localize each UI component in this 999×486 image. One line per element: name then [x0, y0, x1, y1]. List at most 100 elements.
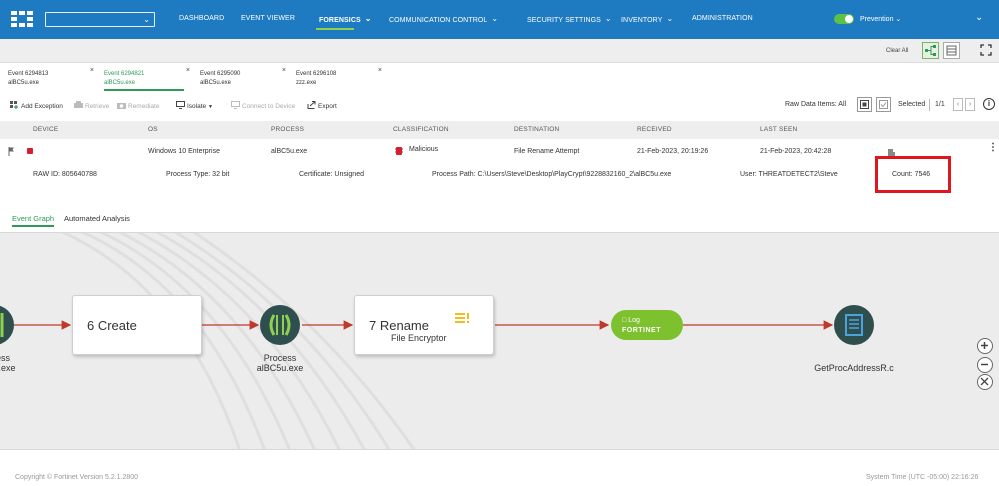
file-node-icon[interactable]	[834, 305, 874, 345]
previous-page-button[interactable]: ‹	[953, 98, 963, 111]
nav-administration[interactable]: ADMINISTRATION	[692, 15, 753, 22]
more-options-icon[interactable]: ⋮	[988, 143, 998, 153]
close-icon[interactable]: ×	[378, 66, 382, 75]
retrieve-label: Retrieve	[85, 103, 110, 110]
event-graph-canvas[interactable]: ess r.exe 6 Create Process alBC5u.exe 7 …	[0, 232, 999, 450]
rename-action-node[interactable]: 7 Rename File Encryptor	[354, 295, 494, 355]
event-tab[interactable]: Event 6294813 alBC5u.exe ×	[0, 66, 94, 92]
chevron-left-icon: ‹	[956, 101, 960, 108]
raw-data-items-label: Raw Data Items: All	[785, 101, 847, 108]
fit-to-screen-button[interactable]	[977, 374, 993, 390]
separator	[929, 99, 930, 111]
column-header-classification[interactable]: CLASSIFICATION	[393, 126, 449, 133]
export-button[interactable]: Export	[307, 101, 337, 110]
nav-communication-control[interactable]: COMMUNICATION CONTROL ⌄	[389, 14, 498, 24]
top-navigation-bar: ⌄ DASHBOARD EVENT VIEWER FORENSICS ⌄ COMM…	[0, 0, 999, 39]
row-classification: Malicious	[409, 146, 439, 153]
fortinet-logo-icon[interactable]	[11, 11, 33, 27]
table-row-details: RAW ID: 805640788 Process Type: 32 bit C…	[0, 164, 999, 186]
zoom-in-button[interactable]	[977, 338, 993, 354]
close-icon[interactable]: ×	[90, 66, 94, 75]
count-highlight-box	[875, 156, 951, 193]
log-node-icon[interactable]	[611, 310, 683, 340]
export-icon	[307, 101, 316, 109]
tab-event-graph[interactable]: Event Graph	[12, 214, 55, 227]
column-header-os[interactable]: OS	[148, 126, 158, 133]
mode-label: Prevention	[860, 16, 894, 23]
log-node-label: □ Log	[622, 317, 640, 324]
chevron-right-icon: ›	[968, 101, 972, 108]
nav-dashboard[interactable]: DASHBOARD	[179, 15, 224, 22]
table-row[interactable]: Windows 10 Enterprise alBC5u.exe Malicio…	[0, 141, 999, 163]
nav-security-settings[interactable]: SECURITY SETTINGS ⌄	[527, 14, 612, 24]
column-header-device[interactable]: DEVICE	[33, 126, 58, 133]
column-header-received[interactable]: RECEIVED	[637, 126, 672, 133]
nav-inventory-label: INVENTORY	[621, 17, 663, 24]
nav-inventory[interactable]: INVENTORY ⌄	[621, 14, 673, 24]
event-tab[interactable]: Event 6296108 zzz.exe ×	[288, 66, 382, 92]
zoom-in-icon	[981, 342, 988, 349]
active-nav-indicator	[316, 28, 354, 30]
next-page-button[interactable]: ›	[965, 98, 975, 111]
tab-automated-analysis[interactable]: Automated Analysis	[64, 214, 130, 223]
table-view-icon	[946, 45, 957, 56]
add-exception-icon	[10, 101, 18, 109]
detail-user: User: THREATDETECT2\Steve	[740, 171, 838, 178]
flag-icon[interactable]	[8, 147, 15, 156]
mode-dropdown[interactable]: Prevention ⌄	[860, 15, 901, 23]
event-tab-file: alBC5u.exe	[200, 80, 232, 86]
nav-dashboard-label: DASHBOARD	[179, 15, 225, 22]
grid-icon	[860, 100, 869, 109]
nav-forensics[interactable]: FORENSICS ⌄	[319, 14, 372, 24]
zoom-out-icon	[981, 363, 988, 366]
column-header-process[interactable]: PROCESS	[271, 126, 304, 133]
column-header-destination[interactable]: DESTINATION	[514, 126, 559, 133]
remediate-button[interactable]: Remediate	[117, 101, 159, 110]
connect-icon	[231, 101, 240, 109]
retrieve-button[interactable]: Retrieve	[74, 101, 109, 110]
process-node-label-line2: alBC5u.exe	[256, 363, 304, 373]
chevron-down-icon: ⌄	[364, 14, 372, 23]
chevron-down-icon: ⌄	[895, 16, 902, 23]
detail-certificate: Certificate: Unsigned	[299, 171, 364, 178]
event-tab[interactable]: Event 6295090 alBC5u.exe ×	[192, 66, 286, 92]
malicious-bug-icon	[395, 147, 403, 155]
column-header-last-seen[interactable]: LAST SEEN	[760, 126, 797, 133]
nav-event-viewer[interactable]: EVENT VIEWER	[241, 15, 295, 22]
event-tab-active[interactable]: Event 6294821 alBC5u.exe ×	[96, 66, 190, 92]
fullscreen-icon[interactable]	[980, 44, 992, 56]
row-os: Windows 10 Enterprise	[148, 148, 220, 155]
grid-view-button[interactable]	[857, 97, 872, 112]
event-tab-id: Event 6294821	[104, 71, 145, 77]
process-node-icon[interactable]	[0, 305, 14, 345]
create-node-title: 6 Create	[87, 318, 137, 333]
row-destination: File Rename Attempt	[514, 148, 580, 155]
retrieve-icon	[74, 101, 83, 108]
info-icon[interactable]: i	[983, 98, 995, 110]
user-menu-chevron-icon[interactable]: ⌄	[975, 12, 983, 23]
list-view-button[interactable]	[876, 97, 891, 112]
fit-screen-icon	[980, 377, 989, 386]
close-icon[interactable]: ×	[186, 66, 190, 75]
close-icon[interactable]: ×	[282, 66, 286, 75]
isolate-button[interactable]: Isolate ▼	[176, 101, 213, 110]
checklist-icon	[879, 100, 888, 109]
prevention-toggle[interactable]	[834, 14, 854, 24]
zoom-out-button[interactable]	[977, 357, 993, 373]
analysis-tabs: Event Graph Automated Analysis	[0, 210, 999, 230]
process-node-icon[interactable]	[260, 305, 300, 345]
create-action-node[interactable]: 6 Create	[72, 295, 202, 355]
clear-all-link[interactable]: Clear All	[886, 48, 908, 54]
organization-select[interactable]: ⌄	[45, 12, 155, 27]
remediate-icon	[117, 103, 126, 109]
tab-automated-analysis-label: Automated Analysis	[64, 214, 130, 223]
graph-view-button[interactable]	[922, 42, 939, 59]
active-subtab-indicator	[12, 225, 55, 227]
table-header: DEVICE OS PROCESS CLASSIFICATION DESTINA…	[0, 121, 999, 139]
nav-administration-label: ADMINISTRATION	[692, 15, 753, 22]
connect-to-device-button[interactable]: Connect to Device	[231, 101, 295, 110]
chevron-down-icon: ⌄	[604, 14, 612, 23]
table-view-button[interactable]	[943, 42, 960, 59]
details-list-icon[interactable]	[455, 313, 469, 323]
add-exception-button[interactable]: Add Exception	[10, 101, 63, 110]
